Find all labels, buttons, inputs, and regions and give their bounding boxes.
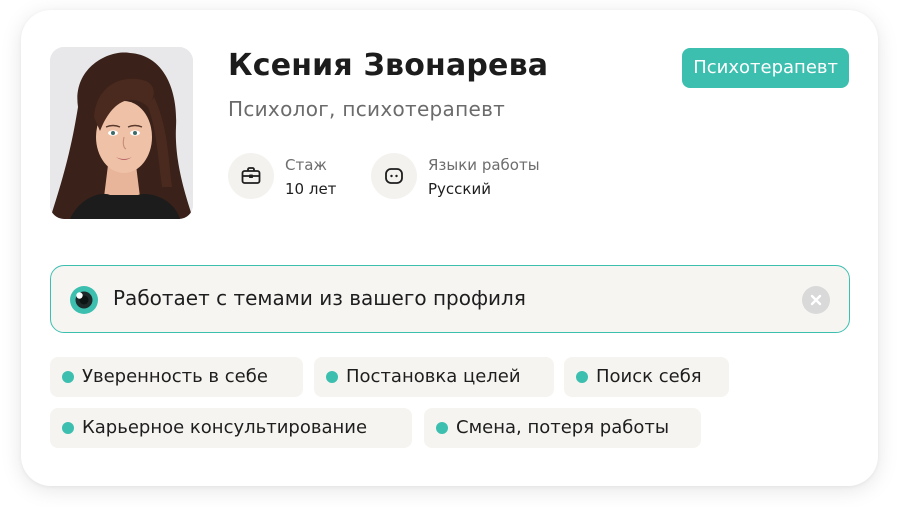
specialist-name: Ксения Звонарева bbox=[228, 48, 549, 83]
experience-stat: Стаж 10 лет bbox=[228, 153, 368, 201]
experience-label: Стаж bbox=[285, 156, 327, 174]
specialist-role: Психолог, психотерапевт bbox=[228, 97, 506, 121]
profile-match-notice: Работает с темами из вашего профиля bbox=[50, 265, 850, 333]
topic-dot bbox=[436, 422, 448, 434]
topic-tag[interactable]: Поиск себя bbox=[564, 357, 729, 397]
specialization-badge: Психотерапевт bbox=[682, 48, 849, 88]
avatar bbox=[50, 47, 193, 219]
topic-label: Карьерное консультирование bbox=[82, 417, 368, 438]
topic-dot bbox=[326, 371, 338, 383]
profile-match-text: Работает с темами из вашего профиля bbox=[113, 286, 526, 310]
topic-dot bbox=[62, 371, 74, 383]
topic-dot bbox=[576, 371, 588, 383]
languages-value: Русский bbox=[428, 180, 491, 198]
topic-label: Поиск себя bbox=[596, 366, 702, 387]
languages-label: Языки работы bbox=[428, 156, 540, 174]
briefcase-icon bbox=[228, 153, 274, 199]
topic-tag[interactable]: Постановка целей bbox=[314, 357, 554, 397]
topic-label: Постановка целей bbox=[346, 366, 521, 387]
topic-label: Смена, потеря работы bbox=[456, 417, 670, 438]
close-notice-button[interactable] bbox=[802, 286, 830, 314]
chat-bubble-icon bbox=[371, 153, 417, 199]
eye-icon bbox=[70, 286, 98, 314]
close-icon bbox=[810, 294, 822, 306]
topic-tag[interactable]: Карьерное консультирование bbox=[50, 408, 412, 448]
topic-tag[interactable]: Смена, потеря работы bbox=[424, 408, 701, 448]
specialist-card[interactable]: Ксения Звонарева Психолог, психотерапевт… bbox=[21, 10, 878, 486]
topic-label: Уверенность в себе bbox=[82, 366, 268, 387]
topic-dot bbox=[62, 422, 74, 434]
avatar-photo bbox=[50, 47, 193, 219]
experience-value: 10 лет bbox=[285, 180, 337, 198]
languages-stat: Языки работы Русский bbox=[371, 153, 571, 201]
topic-tag[interactable]: Уверенность в себе bbox=[50, 357, 303, 397]
